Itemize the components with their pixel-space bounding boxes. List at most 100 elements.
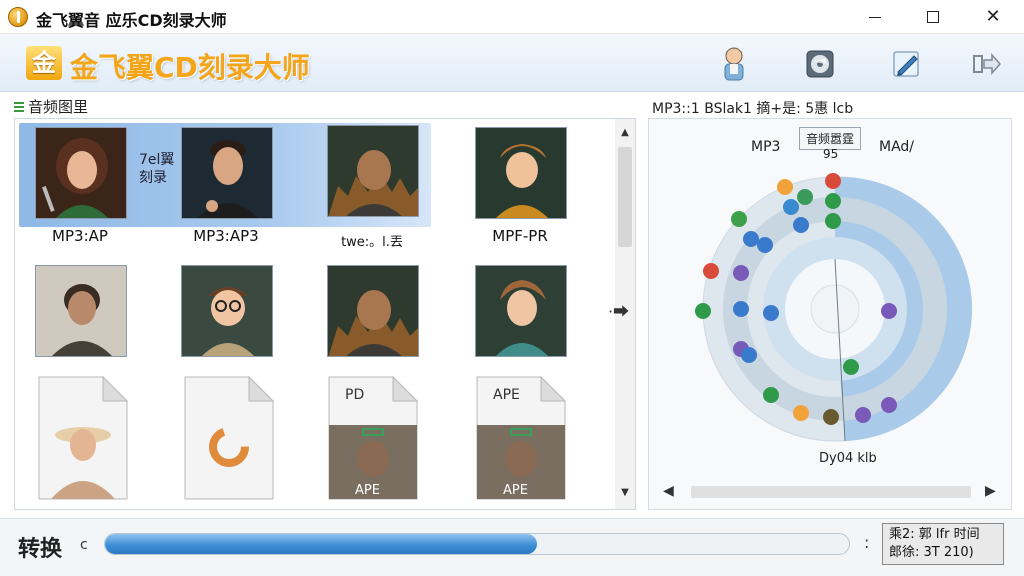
gallery-item-thumb[interactable] — [327, 265, 419, 357]
gallery-item-thumb[interactable] — [181, 265, 273, 357]
gallery-item-thumb[interactable] — [181, 127, 273, 219]
scroll-right-icon[interactable]: ▶ — [985, 483, 996, 499]
convert-progress-bar — [104, 533, 850, 555]
progress-fill — [105, 534, 537, 554]
status-line-1: 乘2: 郭 lfr 时间 — [889, 527, 980, 542]
gallery-item-label: MPF-PR — [492, 227, 548, 245]
disc-tool-button[interactable] — [800, 44, 840, 84]
title-bar: 金飞翼音 应乐CD刻录大师 ✕ — [0, 0, 1024, 34]
left-panel-title: 音频图里 — [28, 98, 89, 116]
brand-title: 金飞翼CD刻录大师 — [70, 51, 310, 84]
glasses-boy-portrait-icon — [182, 266, 272, 356]
scrollbar-thumb[interactable] — [618, 147, 632, 247]
track-marker-icon — [855, 407, 871, 423]
track-marker-icon — [743, 231, 759, 247]
disc-icon — [806, 50, 834, 78]
export-icon — [973, 53, 1002, 75]
track-marker-icon — [783, 199, 799, 215]
explorer-portrait-icon — [36, 266, 126, 356]
gallery-item-label: MP3:AP — [52, 227, 108, 245]
track-marker-icon — [703, 263, 719, 279]
track-marker-icon — [881, 303, 897, 319]
track-marker-icon — [763, 387, 779, 403]
track-marker-icon — [825, 213, 841, 229]
document-image-icon — [38, 375, 129, 500]
status-info-box: 乘2: 郭 lfr 时间 郎徐: 3T 210) — [882, 523, 1004, 565]
scroll-left-icon[interactable]: ◀ — [663, 483, 674, 499]
track-marker-icon — [825, 173, 841, 189]
disc-horizontal-scrollbar[interactable]: ◀ ▶ — [661, 481, 1001, 503]
woman-portrait-icon — [36, 128, 126, 218]
document-blank-icon — [184, 375, 275, 500]
convert-label: 转换 — [18, 537, 63, 562]
gallery-item-thumb[interactable] — [35, 127, 127, 219]
track-marker-icon — [757, 237, 773, 253]
warrior-portrait-icon — [328, 266, 418, 356]
man-portrait-icon — [182, 128, 272, 218]
track-marker-icon — [843, 359, 859, 375]
convert-suffix: c — [80, 537, 88, 553]
media-gallery[interactable]: 7el翼 刻录 MP3:AP MP3:AP3 twe:。l.丟 MPF-PR P… — [14, 118, 636, 510]
close-icon: ✕ — [985, 6, 1001, 27]
track-marker-icon — [763, 305, 779, 321]
selection-caption-line1: 7el翼 — [139, 152, 175, 168]
boy-portrait-icon — [476, 128, 566, 218]
track-marker-icon — [695, 303, 711, 319]
maximize-button[interactable] — [910, 2, 956, 32]
status-bar: 转换 c : 乘2: 郭 lfr 时间 郎徐: 3T 210) — [0, 518, 1024, 576]
status-separator: : — [864, 533, 870, 552]
scrollbar-track[interactable] — [691, 486, 971, 498]
document-type-label: APE — [493, 387, 520, 403]
track-marker-icon — [777, 179, 793, 195]
gallery-item-document[interactable]: APE APE — [475, 375, 567, 501]
disc-size-label: Dy04 klb — [819, 451, 877, 466]
track-marker-icon — [793, 405, 809, 421]
track-marker-icon — [825, 193, 841, 209]
gallery-item-thumb[interactable] — [475, 265, 567, 357]
maximize-icon — [927, 11, 939, 23]
gallery-item-label: twe:。l.丟 — [341, 235, 403, 250]
document-format-label: APE — [503, 483, 528, 498]
gallery-item-thumb[interactable] — [35, 265, 127, 357]
girl-portrait-icon — [476, 266, 566, 356]
warrior-portrait-icon — [328, 126, 418, 216]
disc-layout-panel: MP3 音频嚣霆 95 MAd/ Dy04 klb ◀ ▶ — [648, 118, 1012, 510]
minimize-icon — [869, 16, 881, 18]
gallery-item-document[interactable] — [183, 375, 275, 501]
status-line-2: 郎徐: 3T 210) — [889, 545, 974, 560]
gallery-item-document[interactable]: PD APE — [327, 375, 419, 501]
track-marker-icon — [741, 347, 757, 363]
selection-caption-line2: 刻录 — [139, 170, 167, 186]
gallery-item-thumb[interactable] — [327, 125, 419, 217]
minimize-button[interactable] — [852, 2, 898, 32]
brand-logo: 金 — [26, 46, 62, 80]
window-title: 金飞翼音 应乐CD刻录大师 — [36, 11, 227, 30]
disc-label-right: MAd/ — [879, 139, 915, 155]
edit-tool-button[interactable] — [886, 44, 926, 84]
left-panel-header: 音频图里 — [14, 96, 88, 117]
document-type-label: PD — [345, 387, 365, 403]
disc-center-value: 95 — [823, 147, 839, 161]
user-avatar-button[interactable] — [714, 44, 754, 84]
edit-icon — [893, 51, 919, 77]
track-marker-icon — [881, 397, 897, 413]
track-marker-icon — [733, 265, 749, 281]
track-marker-icon — [823, 409, 839, 425]
user-avatar-icon — [724, 47, 744, 81]
scroll-down-icon[interactable]: ▼ — [617, 485, 633, 501]
track-markers — [695, 173, 897, 425]
move-to-disc-icon[interactable]: ·⮕ — [608, 298, 629, 322]
right-panel-header: MP3::1 BSlak1 摘+是: 5惠 lcb — [652, 101, 854, 117]
close-button[interactable]: ✕ — [970, 2, 1016, 32]
track-marker-icon — [797, 189, 813, 205]
app-icon — [8, 7, 28, 27]
track-marker-icon — [733, 301, 749, 317]
track-marker-icon — [731, 211, 747, 227]
export-tool-button[interactable] — [966, 44, 1006, 84]
header-banner: 金 金飞翼CD刻录大师 — [0, 34, 1024, 92]
list-icon — [14, 102, 24, 112]
selection-caption: 7el翼 刻录 — [139, 151, 174, 187]
gallery-item-document[interactable] — [37, 375, 129, 501]
scroll-up-icon[interactable]: ▲ — [617, 125, 633, 141]
gallery-item-thumb[interactable] — [475, 127, 567, 219]
